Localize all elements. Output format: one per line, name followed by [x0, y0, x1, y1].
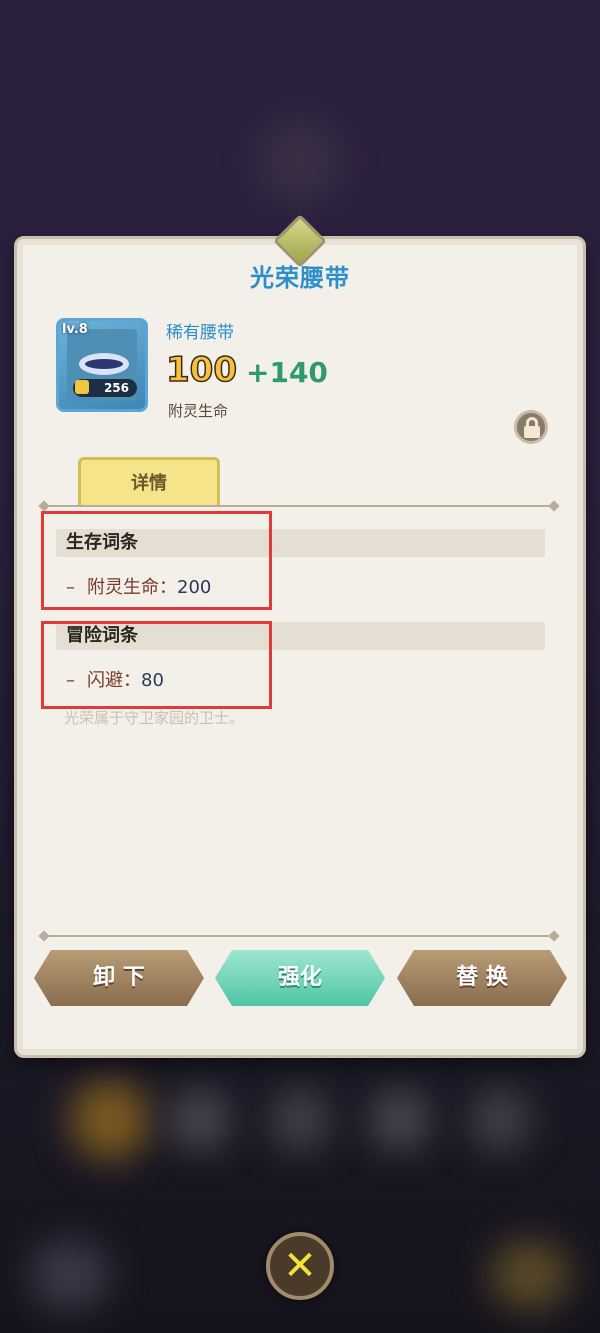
item-flavor-text: 光荣属于守卫家园的卫士。 [64, 709, 245, 727]
divider [46, 935, 554, 937]
highlight-box [41, 511, 272, 610]
background-blur [490, 1240, 570, 1310]
base-stat-value: 100 [165, 349, 237, 391]
stat-attribute-label: 附灵生命 [168, 402, 229, 420]
background-blur [370, 1090, 430, 1150]
fist-icon [75, 380, 89, 394]
highlight-box [41, 621, 272, 709]
tab-details[interactable]: 详情 [78, 457, 220, 505]
divider [46, 505, 554, 507]
close-button[interactable]: ✕ [266, 1232, 334, 1300]
belt-icon [79, 353, 129, 375]
item-name: 光荣腰带 [250, 264, 350, 292]
lock-button[interactable] [514, 410, 548, 444]
background-blur [260, 120, 340, 200]
item-power-value: 256 [103, 381, 129, 395]
background-blur [30, 1240, 110, 1310]
background-blur [470, 1090, 530, 1150]
item-rarity: 稀有腰带 [166, 323, 234, 343]
item-power-badge: 256 [73, 379, 137, 397]
background-blur [270, 1090, 330, 1150]
enhance-button[interactable]: 强化 [215, 950, 385, 1006]
background-blur [70, 1080, 150, 1160]
close-x-icon: ✕ [283, 1243, 317, 1289]
bonus-stat-value: +140 [246, 356, 328, 389]
lock-icon-body [524, 426, 540, 438]
item-level: lv.8 [62, 322, 88, 337]
unequip-button[interactable]: 卸 下 [34, 950, 204, 1006]
background-blur [170, 1090, 230, 1150]
item-icon-frame[interactable]: lv.8 256 [56, 318, 148, 412]
replace-button[interactable]: 替 换 [397, 950, 567, 1006]
